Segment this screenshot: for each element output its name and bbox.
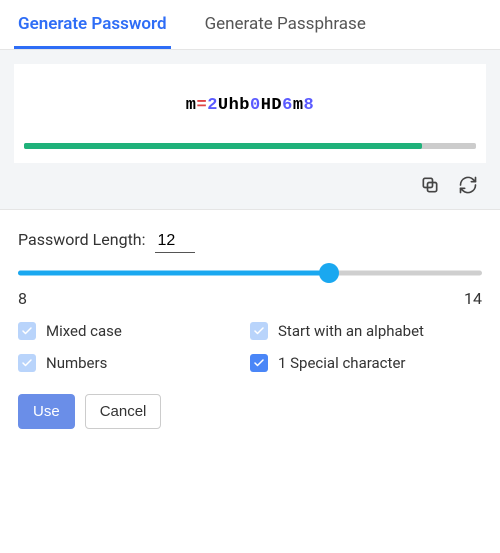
- checkbox-special[interactable]: 1 Special character: [250, 354, 482, 372]
- checkbox-label: Start with an alphabet: [278, 322, 424, 340]
- options-panel: Password Length: 8 14 Mixed case Start w…: [0, 210, 500, 443]
- copy-icon[interactable]: [418, 173, 442, 197]
- check-icon: [250, 354, 268, 372]
- cancel-button[interactable]: Cancel: [85, 394, 162, 429]
- check-icon: [250, 322, 268, 340]
- use-button[interactable]: Use: [18, 394, 75, 429]
- checkbox-label: Numbers: [46, 354, 107, 372]
- tab-generate-password[interactable]: Generate Password: [14, 0, 171, 49]
- password-display-box: m=2Uhb0HD6m8: [14, 64, 486, 163]
- slider-thumb[interactable]: [319, 263, 339, 283]
- strength-meter-fill: [24, 143, 422, 149]
- length-max: 14: [464, 289, 482, 308]
- checkbox-label: 1 Special character: [278, 354, 405, 372]
- tab-generate-passphrase[interactable]: Generate Passphrase: [201, 0, 370, 49]
- checkbox-start-alpha[interactable]: Start with an alphabet: [250, 322, 482, 340]
- check-icon: [18, 322, 36, 340]
- password-preview-area: m=2Uhb0HD6m8: [0, 50, 500, 210]
- tab-bar: Generate Password Generate Passphrase: [0, 0, 500, 50]
- length-slider[interactable]: [18, 261, 482, 285]
- length-input[interactable]: [155, 232, 195, 253]
- checkbox-mixed-case[interactable]: Mixed case: [18, 322, 250, 340]
- length-label: Password Length:: [18, 230, 145, 249]
- slider-fill: [18, 271, 329, 276]
- generated-password: m=2Uhb0HD6m8: [24, 96, 476, 115]
- refresh-icon[interactable]: [456, 173, 480, 197]
- checkbox-numbers[interactable]: Numbers: [18, 354, 250, 372]
- strength-meter: [24, 143, 476, 149]
- length-min: 8: [18, 289, 27, 308]
- check-icon: [18, 354, 36, 372]
- checkbox-label: Mixed case: [46, 322, 122, 340]
